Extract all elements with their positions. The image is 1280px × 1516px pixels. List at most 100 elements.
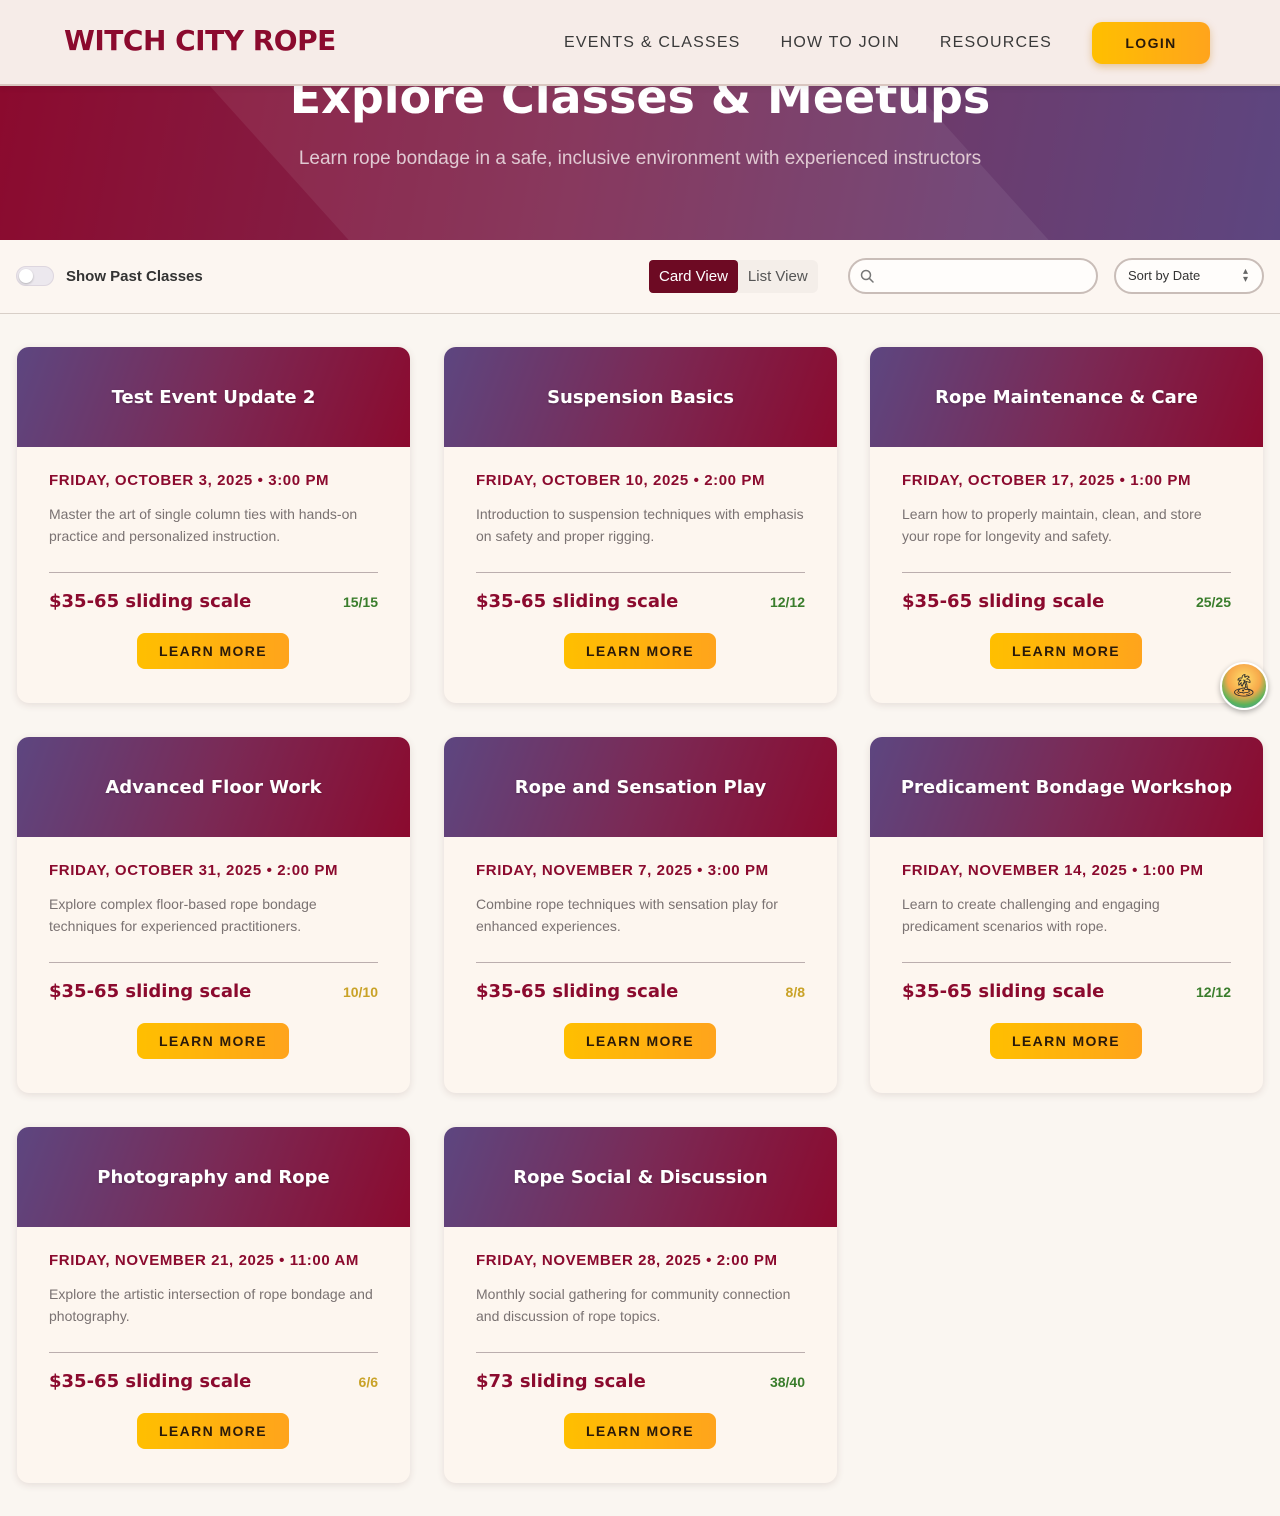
event-card-header: Rope Maintenance & Care (870, 347, 1263, 447)
card-view-button[interactable]: Card View (649, 260, 738, 293)
event-card: Suspension Basics FRIDAY, OCTOBER 10, 202… (444, 347, 837, 703)
main-nav: EVENTS & CLASSES HOW TO JOIN RESOURCES (564, 34, 1052, 52)
event-card-header: Advanced Floor Work (17, 737, 410, 837)
event-card-body: FRIDAY, OCTOBER 17, 2025 • 1:00 PM Learn … (870, 447, 1263, 703)
event-price: $73 sliding scale (476, 1371, 646, 1392)
filter-bar: Show Past Classes Card View List View So… (0, 240, 1280, 314)
event-card-body: FRIDAY, OCTOBER 10, 2025 • 2:00 PM Introd… (444, 447, 837, 703)
event-date: FRIDAY, NOVEMBER 28, 2025 • 2:00 PM (476, 1252, 778, 1269)
sort-select-value: Sort by Date (1128, 268, 1201, 283)
login-button[interactable]: LOGIN (1092, 22, 1210, 64)
event-capacity: 12/12 (769, 594, 805, 610)
site-logo[interactable]: WITCH CITY ROPE (64, 24, 336, 57)
event-title[interactable]: Predicament Bondage Workshop (901, 777, 1232, 798)
event-title[interactable]: Suspension Basics (547, 387, 734, 408)
search-input[interactable] (884, 266, 1084, 286)
event-card: Rope Social & Discussion FRIDAY, NOVEMBER… (444, 1127, 837, 1483)
event-price: $35-65 sliding scale (49, 981, 252, 1002)
event-capacity: 10/10 (342, 984, 378, 1000)
learn-more-button[interactable]: LEARN MORE (990, 1023, 1142, 1059)
view-switch: Card View List View (649, 260, 818, 293)
card-divider (476, 572, 805, 573)
event-price: $35-65 sliding scale (49, 1371, 252, 1392)
card-divider (49, 1352, 378, 1353)
show-past-classes-label: Show Past Classes (66, 268, 203, 285)
sort-select[interactable]: Sort by Date ▴ ▾ (1114, 258, 1264, 294)
event-date: FRIDAY, OCTOBER 31, 2025 • 2:00 PM (49, 862, 339, 879)
event-description: Introduction to suspension techniques wi… (476, 506, 804, 544)
event-price: $35-65 sliding scale (476, 591, 679, 612)
learn-more-button[interactable]: LEARN MORE (137, 1413, 289, 1449)
learn-more-button[interactable]: LEARN MORE (137, 633, 289, 669)
event-card-header: Photography and Rope (17, 1127, 410, 1227)
event-date: FRIDAY, NOVEMBER 7, 2025 • 3:00 PM (476, 862, 769, 879)
event-date: FRIDAY, NOVEMBER 21, 2025 • 11:00 AM (49, 1252, 360, 1269)
event-title[interactable]: Test Event Update 2 (112, 387, 316, 408)
nav-resources[interactable]: RESOURCES (940, 34, 1052, 52)
event-card: Rope Maintenance & Care FRIDAY, OCTOBER 1… (870, 347, 1263, 703)
event-capacity: 38/40 (769, 1374, 805, 1390)
event-capacity: 8/8 (785, 984, 805, 1000)
event-price: $35-65 sliding scale (476, 981, 679, 1002)
event-description: Master the art of single column ties wit… (49, 506, 358, 544)
event-date: FRIDAY, NOVEMBER 14, 2025 • 1:00 PM (902, 862, 1204, 879)
event-title[interactable]: Advanced Floor Work (105, 777, 321, 798)
learn-more-button[interactable]: LEARN MORE (564, 633, 716, 669)
search-box (848, 258, 1098, 294)
event-card: Photography and Rope FRIDAY, NOVEMBER 21,… (17, 1127, 410, 1483)
event-card: Test Event Update 2 FRIDAY, OCTOBER 3, 20… (17, 347, 410, 703)
page-title: Explore Classes & Meetups (289, 86, 991, 124)
event-card-body: FRIDAY, NOVEMBER 28, 2025 • 2:00 PM Month… (444, 1227, 837, 1483)
event-price: $35-65 sliding scale (902, 591, 1105, 612)
card-divider (49, 962, 378, 963)
card-divider (49, 572, 378, 573)
event-description: Learn how to properly maintain, clean, a… (902, 506, 1202, 544)
learn-more-button[interactable]: LEARN MORE (990, 633, 1142, 669)
event-capacity: 6/6 (358, 1374, 378, 1390)
updown-chevron-icon: ▴ ▾ (1242, 266, 1248, 285)
learn-more-button[interactable]: LEARN MORE (564, 1413, 716, 1449)
event-card-body: FRIDAY, NOVEMBER 21, 2025 • 11:00 AM Expl… (17, 1227, 410, 1483)
card-divider (902, 962, 1231, 963)
event-date: FRIDAY, OCTOBER 3, 2025 • 3:00 PM (49, 472, 330, 489)
event-card-body: FRIDAY, NOVEMBER 14, 2025 • 1:00 PM Learn… (870, 837, 1263, 1093)
event-card-body: FRIDAY, OCTOBER 3, 2025 • 3:00 PM Master … (17, 447, 410, 703)
event-card: Predicament Bondage Workshop FRIDAY, NOVE… (870, 737, 1263, 1093)
event-card-header: Rope and Sensation Play (444, 737, 837, 837)
event-description: Explore complex floor-based rope bondage… (49, 896, 317, 934)
site-header: WITCH CITY ROPE EVENTS & CLASSES HOW TO … (0, 0, 1280, 86)
page-subtitle: Learn rope bondage in a safe, inclusive … (298, 148, 982, 169)
event-date: FRIDAY, OCTOBER 17, 2025 • 1:00 PM (902, 472, 1192, 489)
card-divider (476, 962, 805, 963)
event-date: FRIDAY, OCTOBER 10, 2025 • 2:00 PM (476, 472, 766, 489)
event-card-body: FRIDAY, NOVEMBER 7, 2025 • 3:00 PM Combin… (444, 837, 837, 1093)
event-card-header: Test Event Update 2 (17, 347, 410, 447)
event-card-body: FRIDAY, OCTOBER 31, 2025 • 2:00 PM Explor… (17, 837, 410, 1093)
beach-island-icon: 🏝 (1230, 673, 1258, 698)
event-card-header: Suspension Basics (444, 347, 837, 447)
event-title[interactable]: Photography and Rope (97, 1167, 329, 1188)
event-description: Learn to create challenging and engaging… (902, 896, 1160, 934)
event-capacity: 15/15 (342, 594, 378, 610)
card-divider (902, 572, 1231, 573)
event-title[interactable]: Rope Social & Discussion (513, 1167, 767, 1188)
list-view-button[interactable]: List View (738, 260, 818, 293)
event-capacity: 25/25 (1195, 594, 1231, 610)
event-price: $35-65 sliding scale (49, 591, 252, 612)
event-description: Monthly social gathering for community c… (476, 1286, 791, 1324)
event-capacity: 12/12 (1195, 984, 1231, 1000)
nav-events-classes[interactable]: EVENTS & CLASSES (564, 34, 741, 52)
event-title[interactable]: Rope Maintenance & Care (935, 387, 1198, 408)
nav-how-to-join[interactable]: HOW TO JOIN (781, 34, 900, 52)
event-card-header: Predicament Bondage Workshop (870, 737, 1263, 837)
card-divider (476, 1352, 805, 1353)
event-price: $35-65 sliding scale (902, 981, 1105, 1002)
learn-more-button[interactable]: LEARN MORE (564, 1023, 716, 1059)
learn-more-button[interactable]: LEARN MORE (137, 1023, 289, 1059)
show-past-classes-toggle[interactable] (16, 266, 54, 286)
hero-banner: Explore Classes & Meetups Learn rope bon… (0, 86, 1280, 240)
event-title[interactable]: Rope and Sensation Play (515, 777, 766, 798)
event-card: Advanced Floor Work FRIDAY, OCTOBER 31, 2… (17, 737, 410, 1093)
event-card: Rope and Sensation Play FRIDAY, NOVEMBER … (444, 737, 837, 1093)
floating-beach-badge[interactable]: 🏝 (1220, 662, 1268, 710)
